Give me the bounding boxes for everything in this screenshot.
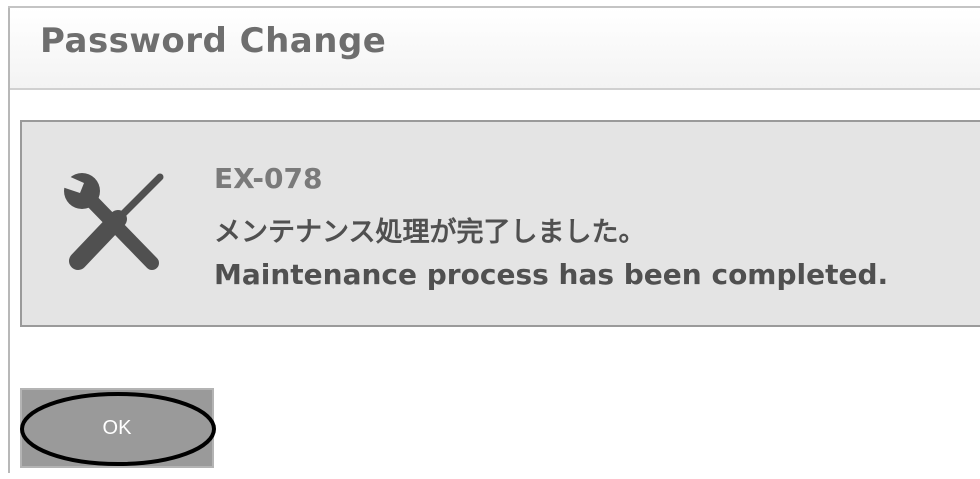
message-text-jp: メンテナンス処理が完了しました。 [214,217,646,248]
ok-button[interactable]: OK [20,388,214,468]
dialog-title: Password Change [40,21,387,61]
message-code: EX-078 [214,162,323,195]
wrench-icon [62,173,159,270]
message-panel: EX-078 メンテナンス処理が完了しました。 Maintenance proc… [20,120,980,327]
password-change-dialog: Password Change EX-078 メンテナンス処理が完了しました。 … [0,0,980,479]
dialog-title-bar: Password Change [10,8,980,90]
maintenance-tools-icon [62,173,164,270]
message-text-en: Maintenance process has been completed. [214,258,889,291]
